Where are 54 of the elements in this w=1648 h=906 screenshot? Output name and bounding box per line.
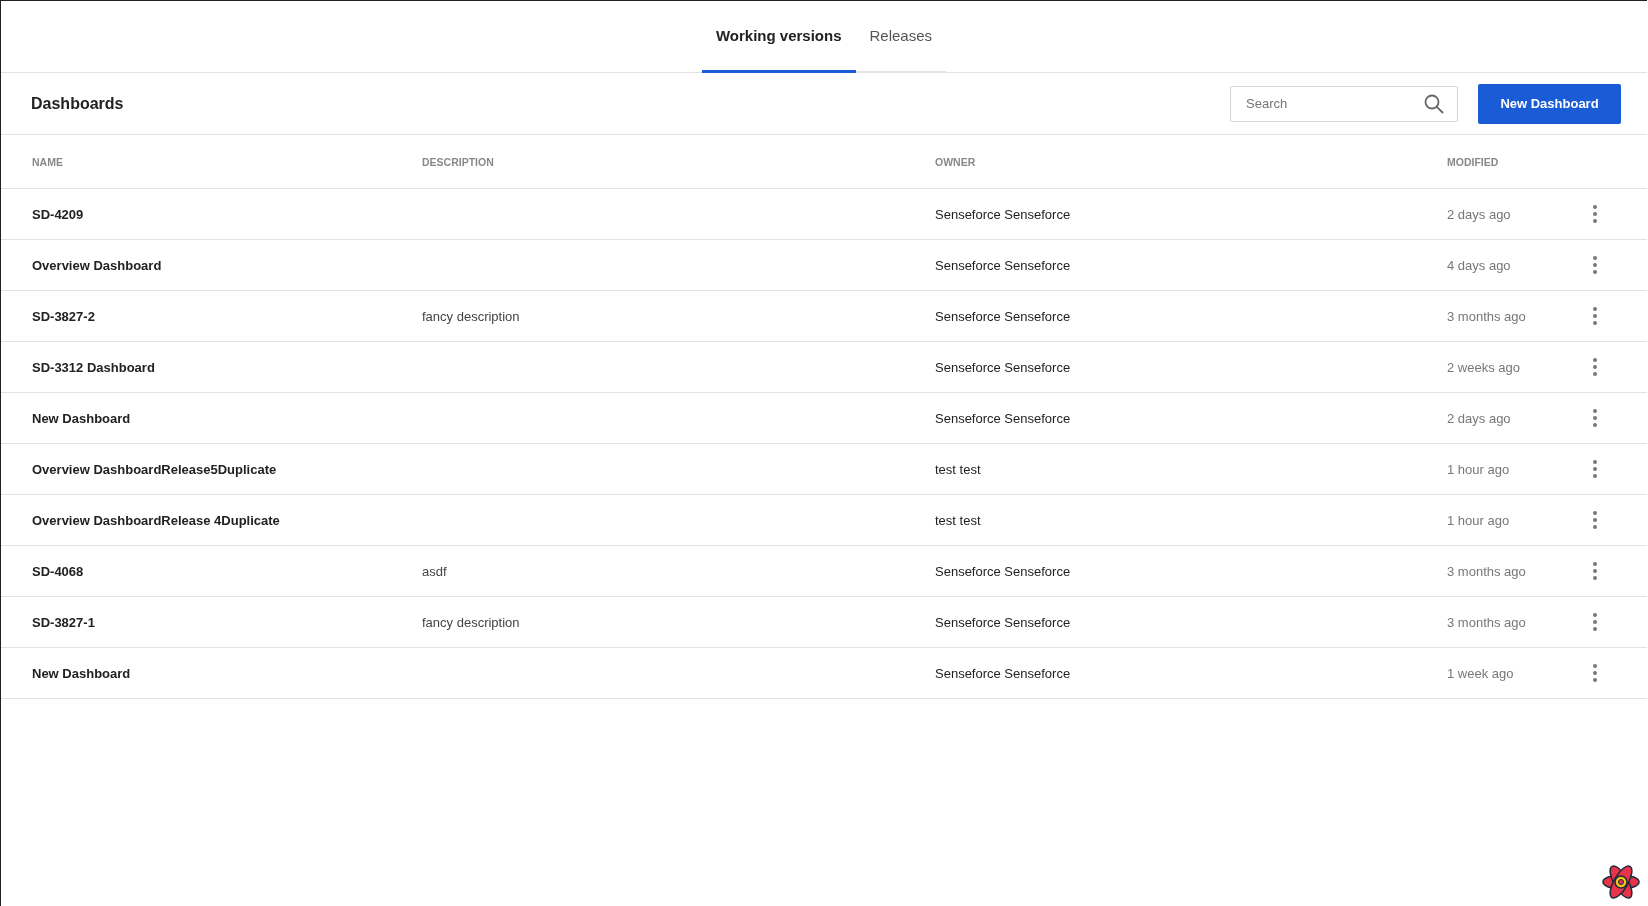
table-cell: 1 week ago bbox=[1447, 665, 1514, 681]
table-cell: 1 hour ago bbox=[1447, 461, 1510, 477]
more-options-icon[interactable] bbox=[1591, 561, 1599, 581]
table-cell: Senseforce Senseforce bbox=[935, 410, 1071, 426]
dashboard-name[interactable]: SD-3312 Dashboard bbox=[32, 359, 155, 375]
table-cell: fancy description bbox=[422, 614, 520, 630]
search-field[interactable]: Search bbox=[1230, 85, 1458, 122]
more-options-icon[interactable] bbox=[1591, 459, 1599, 479]
column-header: OWNER bbox=[935, 155, 976, 168]
tab[interactable]: Releases bbox=[855, 1, 947, 73]
dashboard-name[interactable]: Overview DashboardRelease 4Duplicate bbox=[32, 512, 280, 528]
table-cell: 2 days ago bbox=[1447, 410, 1511, 426]
more-options-icon[interactable] bbox=[1591, 408, 1599, 428]
column-header: MODIFIED bbox=[1447, 155, 1499, 168]
dashboard-name[interactable]: SD-3827-1 bbox=[32, 614, 95, 630]
table-cell: Senseforce Senseforce bbox=[935, 206, 1071, 222]
search-icon bbox=[1424, 93, 1444, 114]
more-options-icon[interactable] bbox=[1591, 255, 1599, 275]
tab[interactable]: Working versions bbox=[701, 1, 856, 73]
more-options-icon[interactable] bbox=[1591, 510, 1599, 530]
dashboard-name[interactable]: New Dashboard bbox=[32, 410, 131, 426]
table-cell: test test bbox=[935, 512, 981, 528]
more-options-icon[interactable] bbox=[1591, 357, 1599, 377]
table-cell: 1 hour ago bbox=[1447, 512, 1510, 528]
dashboard-name[interactable]: New Dashboard bbox=[32, 665, 131, 681]
column-header: DESCRIPTION bbox=[422, 155, 494, 168]
table-cell: Senseforce Senseforce bbox=[935, 665, 1071, 681]
new-dashboard-button[interactable]: New Dashboard bbox=[1478, 83, 1621, 124]
column-header: NAME bbox=[32, 155, 63, 168]
dashboard-name[interactable]: SD-3827-2 bbox=[32, 308, 95, 324]
dashboard-name[interactable]: SD-4068 bbox=[32, 563, 84, 579]
more-options-icon[interactable] bbox=[1591, 612, 1599, 632]
table-cell: Senseforce Senseforce bbox=[935, 257, 1071, 273]
table-cell: 3 months ago bbox=[1447, 614, 1526, 630]
dashboard-name[interactable]: SD-4209 bbox=[32, 206, 84, 222]
table-cell: 4 days ago bbox=[1447, 257, 1511, 273]
table-cell: 3 months ago bbox=[1447, 308, 1526, 324]
table-cell: 3 months ago bbox=[1447, 563, 1526, 579]
table-cell: Senseforce Senseforce bbox=[935, 308, 1071, 324]
table-cell: 2 weeks ago bbox=[1447, 359, 1520, 375]
dashboard-name[interactable]: Overview DashboardRelease5Duplicate bbox=[32, 461, 277, 477]
dashboard-name[interactable]: Overview Dashboard bbox=[32, 257, 162, 273]
table-cell: 2 days ago bbox=[1447, 206, 1511, 222]
atom-icon bbox=[1601, 864, 1641, 900]
more-options-icon[interactable] bbox=[1591, 306, 1599, 326]
table-cell: fancy description bbox=[422, 308, 520, 324]
page-title: Dashboards bbox=[31, 94, 124, 113]
more-options-icon[interactable] bbox=[1591, 663, 1599, 683]
table-cell: Senseforce Senseforce bbox=[935, 563, 1071, 579]
more-options-icon[interactable] bbox=[1591, 204, 1599, 224]
table-cell: Senseforce Senseforce bbox=[935, 614, 1071, 630]
table-cell: asdf bbox=[422, 563, 447, 579]
table-cell: test test bbox=[935, 461, 981, 477]
table-cell: Senseforce Senseforce bbox=[935, 359, 1071, 375]
